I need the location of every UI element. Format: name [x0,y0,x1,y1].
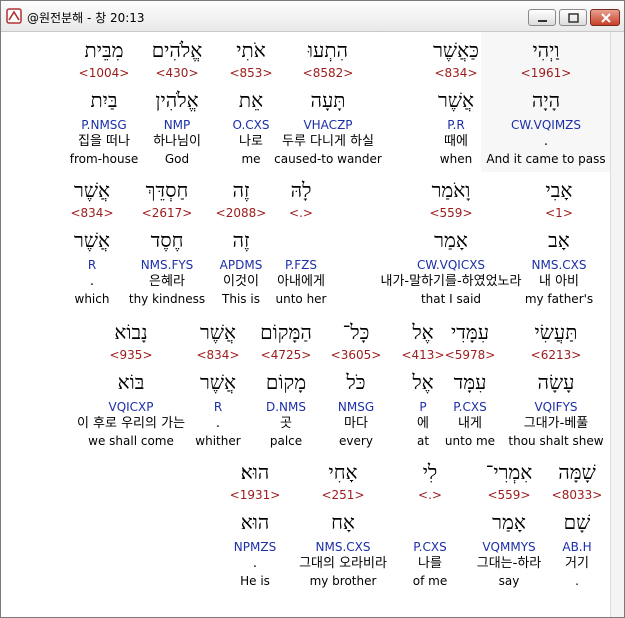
korean-gloss: 내가-말하기를-하였었노라 [380,274,522,289]
english-gloss: that I said [420,292,482,306]
maximize-icon [568,13,579,23]
korean-gloss: 집을 떠나 [78,134,130,149]
root-word: אֲשֶׁר [74,228,110,252]
close-button[interactable] [590,9,620,26]
minimize-button[interactable] [528,9,556,26]
strong-number: <1004> [78,66,130,80]
title-bar[interactable]: @원전분해 - 창 20:13 [1,1,624,32]
hebrew-word: מִבֵּית [84,38,124,62]
app-icon [5,7,23,25]
english-gloss: from-house [69,152,139,166]
hebrew-word: וָאֹמַר [431,178,471,202]
strong-number: <559> [429,206,473,220]
english-gloss: He is [240,574,270,588]
morph-code: P.NMSG [81,118,127,132]
hebrew-word: הוּא׃ [240,460,270,484]
analysis-panel: וַיְהִי <1961> הָיָה CW.VQIMZS. And it came … [1,32,624,617]
window-title: @원전분해 - 창 20:13 [27,11,145,25]
close-icon [601,13,611,23]
minimize-icon [538,20,547,22]
hebrew-word: אֲשֶׁר [74,178,110,202]
root-word: הוּא [240,510,270,534]
korean-gloss: . [89,274,95,289]
hebrew-word: נָבוֹא [114,320,148,344]
root-word: בּוֹא [117,370,145,394]
korean-gloss: . [252,556,258,571]
strong-number: <834> [70,206,114,220]
english-gloss: which [74,292,110,306]
root-word: בַּיִת [90,88,118,112]
english-gloss: we shall come [88,434,174,448]
strong-number: <1931> [229,488,281,502]
morph-code: NPMZS [233,540,277,554]
morph-code: CW.VQICXS [416,258,486,272]
morph-code: VQICXP [108,400,154,414]
root-word: אָמַר [492,510,526,534]
korean-gloss: 이 후로 우리의 가는 [76,416,186,431]
strong-number: <935> [109,348,153,362]
window: @원전분해 - 창 20:13 וַיְהִי <1961> הָיָה CW.VQI… [0,0,625,618]
morph-code: R [87,258,97,272]
maximize-button[interactable] [559,9,587,26]
root-word: אָמַר [434,228,468,252]
